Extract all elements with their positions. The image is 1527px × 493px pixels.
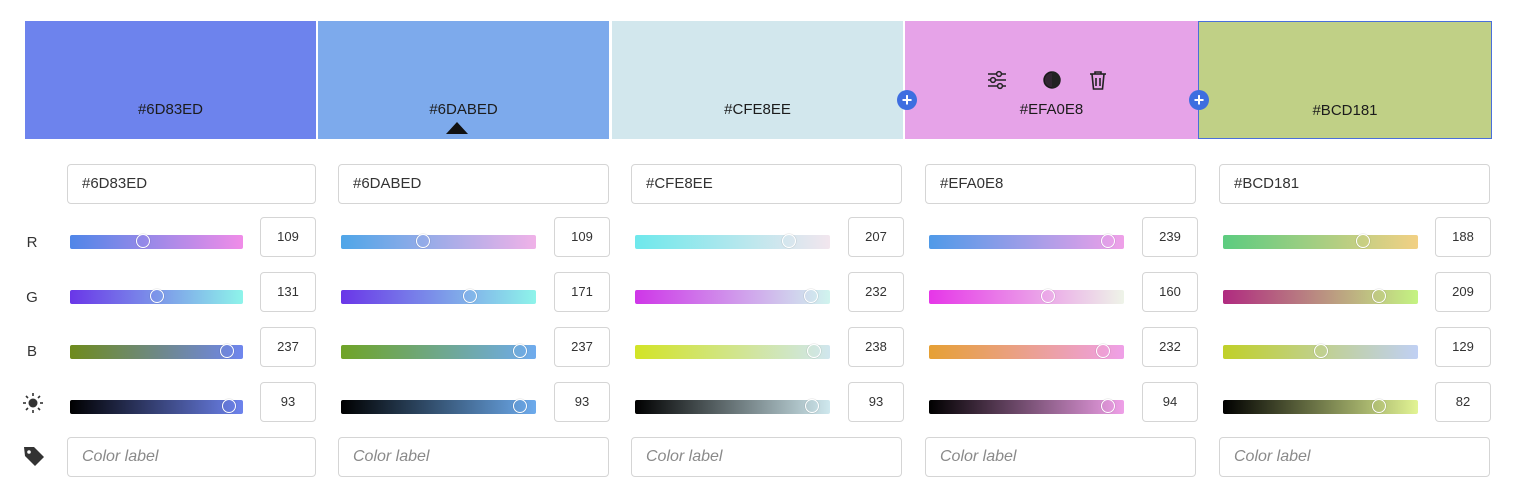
color-label-input[interactable]: Color label: [1219, 437, 1490, 477]
add-plus-icon[interactable]: +: [897, 90, 917, 110]
color-label-input[interactable]: Color label: [631, 437, 902, 477]
blue-slider[interactable]: [70, 344, 243, 359]
brightness-slider[interactable]: [1223, 399, 1418, 414]
slider-thumb[interactable]: [1095, 344, 1110, 358]
blue-slider[interactable]: [341, 344, 536, 359]
slider-thumb[interactable]: [513, 399, 528, 413]
blue-value-input[interactable]: 238: [848, 327, 904, 367]
color-swatch-5[interactable]: #BCD181: [1198, 21, 1492, 139]
red-value-input[interactable]: 109: [260, 217, 316, 257]
red-slider[interactable]: [341, 234, 536, 249]
green-slider[interactable]: [1223, 289, 1418, 304]
brightness-slider[interactable]: [70, 399, 243, 414]
blue-value-input[interactable]: 129: [1435, 327, 1491, 367]
blue-slider[interactable]: [1223, 344, 1418, 359]
green-slider[interactable]: [341, 289, 536, 304]
brightness-value-input[interactable]: 82: [1435, 382, 1491, 422]
slider-thumb[interactable]: [513, 344, 528, 358]
brightness-value-input[interactable]: 93: [260, 382, 316, 422]
green-value-input[interactable]: 232: [848, 272, 904, 312]
green-value-input[interactable]: 171: [554, 272, 610, 312]
tag-icon: [22, 444, 44, 472]
hex-input[interactable]: #CFE8EE: [631, 164, 902, 204]
red-value-input[interactable]: 109: [554, 217, 610, 257]
slider-thumb[interactable]: [782, 234, 797, 248]
red-channel-label: R: [26, 234, 38, 251]
green-value-input[interactable]: 131: [260, 272, 316, 312]
green-slider[interactable]: [635, 289, 830, 304]
slider-thumb[interactable]: [135, 234, 150, 248]
green-value-input[interactable]: 209: [1435, 272, 1491, 312]
slider-thumb[interactable]: [1372, 289, 1386, 303]
red-slider[interactable]: [929, 234, 1124, 249]
hex-input[interactable]: #BCD181: [1219, 164, 1490, 204]
swatch-strip: #6D83ED #6DABED #CFE8EE #EFA0E8 #BCD181 …: [25, 21, 1492, 139]
color-label-input[interactable]: Color label: [67, 437, 316, 477]
slider-thumb[interactable]: [149, 289, 164, 303]
brightness-value-input[interactable]: 94: [1142, 382, 1198, 422]
red-slider[interactable]: [70, 234, 243, 249]
slider-thumb[interactable]: [1040, 289, 1055, 303]
slider-thumb[interactable]: [1101, 399, 1116, 413]
color-swatch-1[interactable]: #6D83ED: [25, 21, 316, 139]
red-slider[interactable]: [1223, 234, 1418, 249]
red-value-input[interactable]: 188: [1435, 217, 1491, 257]
color-swatch-4[interactable]: #EFA0E8: [905, 21, 1198, 139]
slider-thumb[interactable]: [1372, 399, 1386, 413]
slider-thumb[interactable]: [462, 289, 477, 303]
green-channel-label: G: [26, 289, 38, 306]
color-label-input[interactable]: Color label: [925, 437, 1196, 477]
blue-value-input[interactable]: 232: [1142, 327, 1198, 367]
blue-slider[interactable]: [929, 344, 1124, 359]
sliders-adjust-icon[interactable]: [986, 69, 1008, 91]
base-color-marker-icon: [446, 122, 468, 134]
swatch-hex-label: #6DABED: [429, 101, 498, 118]
slider-thumb[interactable]: [220, 344, 235, 358]
brightness-sun-icon: [22, 392, 43, 418]
green-slider[interactable]: [929, 289, 1124, 304]
blue-value-input[interactable]: 237: [260, 327, 316, 367]
blue-channel-label: B: [26, 343, 37, 360]
red-slider[interactable]: [635, 234, 830, 249]
red-value-input[interactable]: 239: [1142, 217, 1198, 257]
swatch-hex-label: #6D83ED: [137, 101, 204, 118]
brightness-slider[interactable]: [929, 399, 1124, 414]
brightness-value-input[interactable]: 93: [554, 382, 610, 422]
slider-thumb[interactable]: [807, 344, 822, 358]
color-swatch-2[interactable]: #6DABED: [318, 21, 609, 139]
slider-thumb[interactable]: [415, 234, 430, 248]
swatch-hex-label: #EFA0E8: [1019, 101, 1084, 118]
hex-input[interactable]: #EFA0E8: [925, 164, 1196, 204]
red-value-input[interactable]: 207: [848, 217, 904, 257]
slider-thumb[interactable]: [222, 399, 237, 413]
swatch-hex-label: #BCD181: [1312, 102, 1378, 119]
color-label-input[interactable]: Color label: [338, 437, 609, 477]
swatch-hex-label: #CFE8EE: [724, 101, 791, 118]
blue-slider[interactable]: [635, 344, 830, 359]
blue-value-input[interactable]: 237: [554, 327, 610, 367]
slider-thumb[interactable]: [1313, 344, 1328, 358]
brightness-slider[interactable]: [635, 399, 830, 414]
slider-thumb[interactable]: [803, 289, 818, 303]
brightness-slider[interactable]: [341, 399, 536, 414]
green-value-input[interactable]: 160: [1142, 272, 1198, 312]
add-plus-icon[interactable]: +: [1189, 90, 1209, 110]
slider-thumb[interactable]: [1356, 234, 1371, 248]
slider-thumb[interactable]: [805, 399, 820, 413]
trash-icon[interactable]: [1087, 69, 1109, 91]
contrast-icon[interactable]: [1041, 69, 1063, 91]
hex-input[interactable]: #6D83ED: [67, 164, 316, 204]
color-swatch-3[interactable]: #CFE8EE: [612, 21, 903, 139]
green-slider[interactable]: [70, 289, 243, 304]
brightness-value-input[interactable]: 93: [848, 382, 904, 422]
hex-input[interactable]: #6DABED: [338, 164, 609, 204]
slider-thumb[interactable]: [1101, 234, 1116, 248]
